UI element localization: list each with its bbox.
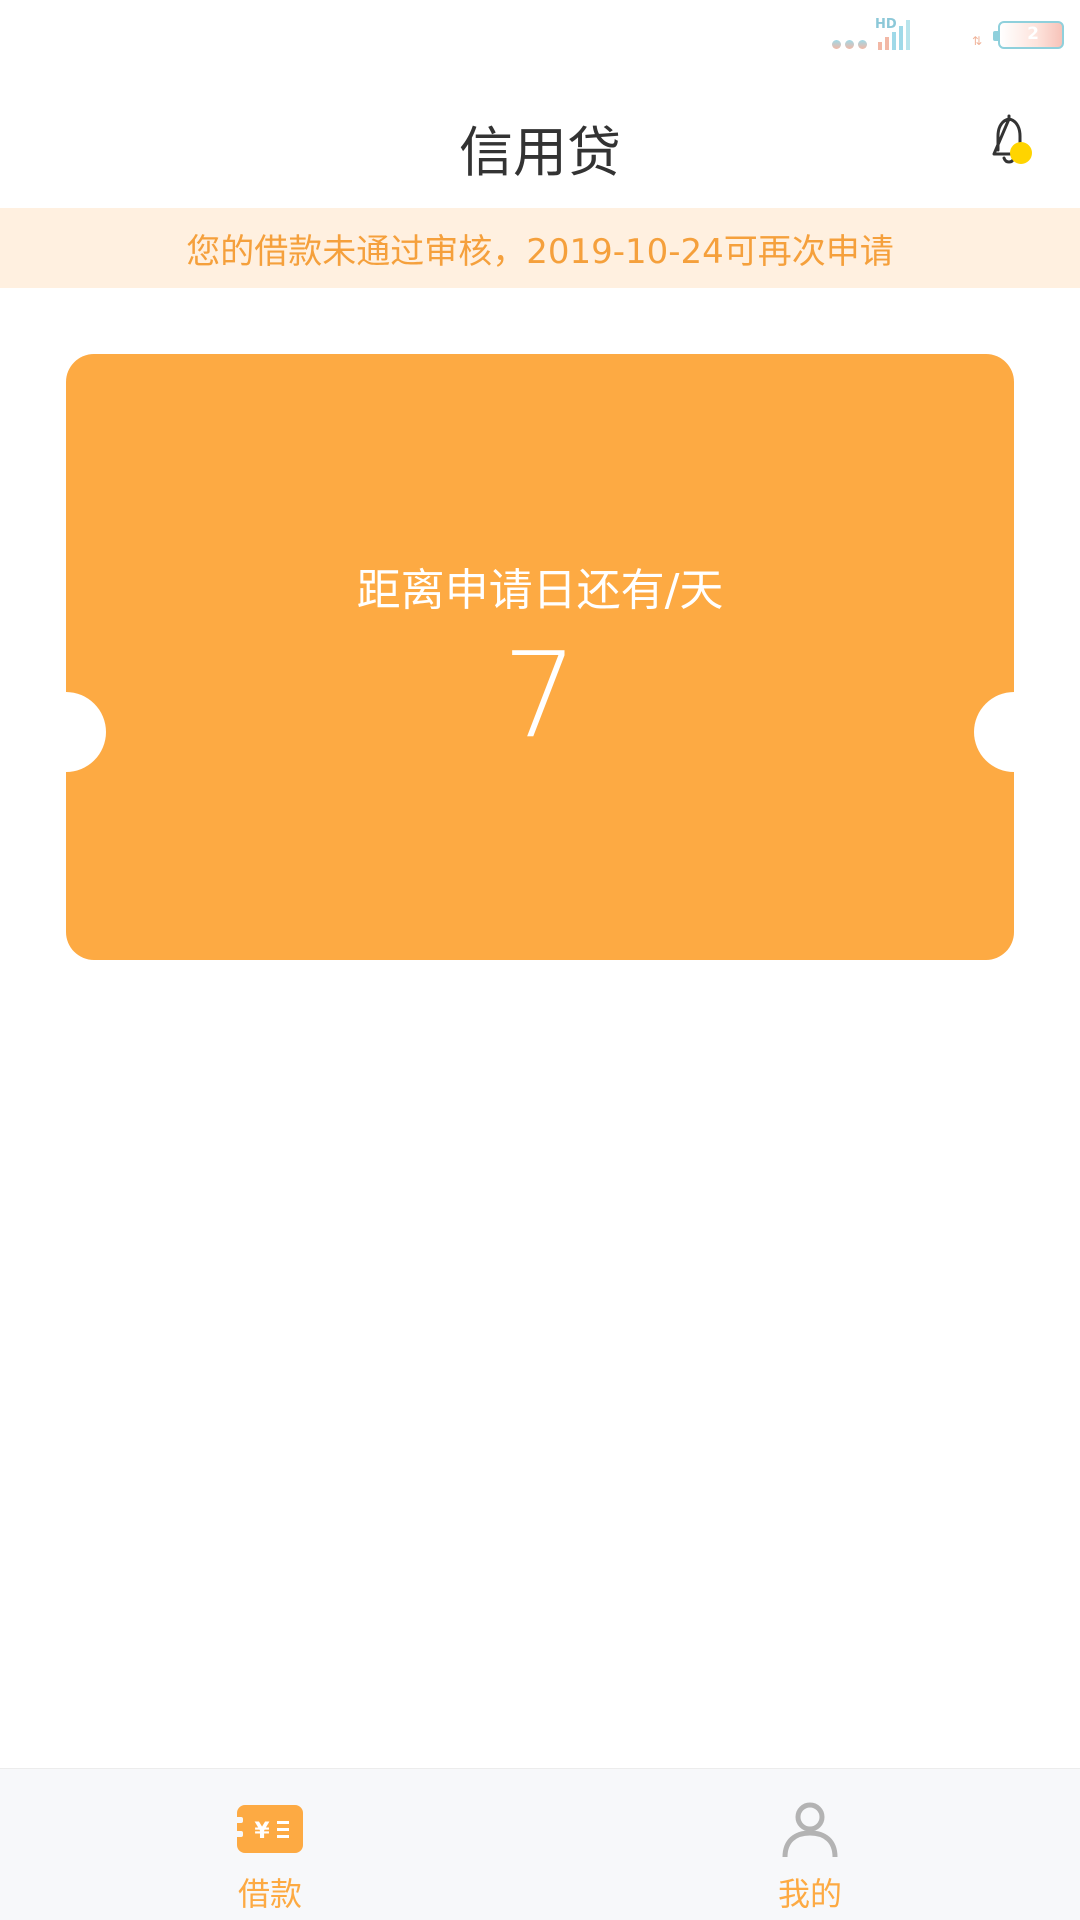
countdown-card: 距离申请日还有/天 7 (26, 354, 1054, 960)
countdown-label: 距离申请日还有/天 (356, 565, 724, 616)
nav-item-loan[interactable]: ¥ 借款 (0, 1769, 540, 1920)
notification-button[interactable] (976, 106, 1040, 170)
notification-badge (1010, 142, 1032, 164)
nav-item-mine[interactable]: 我的 (540, 1769, 1080, 1920)
status-bar: HD ⇅ 2 (0, 0, 1080, 80)
data-transfer-icon: ⇅ (972, 34, 983, 48)
nav-label-mine: 我的 (777, 1875, 842, 1913)
notice-text: 您的借款未通过审核，2019-10-24可再次申请 (186, 231, 894, 272)
nav-label-loan: 借款 (237, 1875, 302, 1913)
countdown-days: 7 (502, 626, 578, 764)
battery-level: 2 (1027, 24, 1039, 44)
screen: HD ⇅ 2 信用贷 您的借款未通过审核，2019-10-24可再次申请 距离申… (0, 0, 1080, 1920)
app-header: 信用贷 (0, 80, 1080, 208)
user-icon (782, 1802, 838, 1857)
bell-icon (992, 114, 1026, 164)
page-title: 信用贷 (459, 121, 621, 184)
svg-text:¥: ¥ (254, 1819, 270, 1844)
loan-icon: ¥ (235, 1805, 303, 1853)
battery-icon: 2 (993, 21, 1064, 49)
status-dots-icon (832, 40, 867, 49)
signal-icon (878, 20, 910, 50)
rejection-notice: 您的借款未通过审核，2019-10-24可再次申请 (0, 208, 1080, 288)
bottom-nav: ¥ 借款 我的 (0, 1768, 1080, 1920)
